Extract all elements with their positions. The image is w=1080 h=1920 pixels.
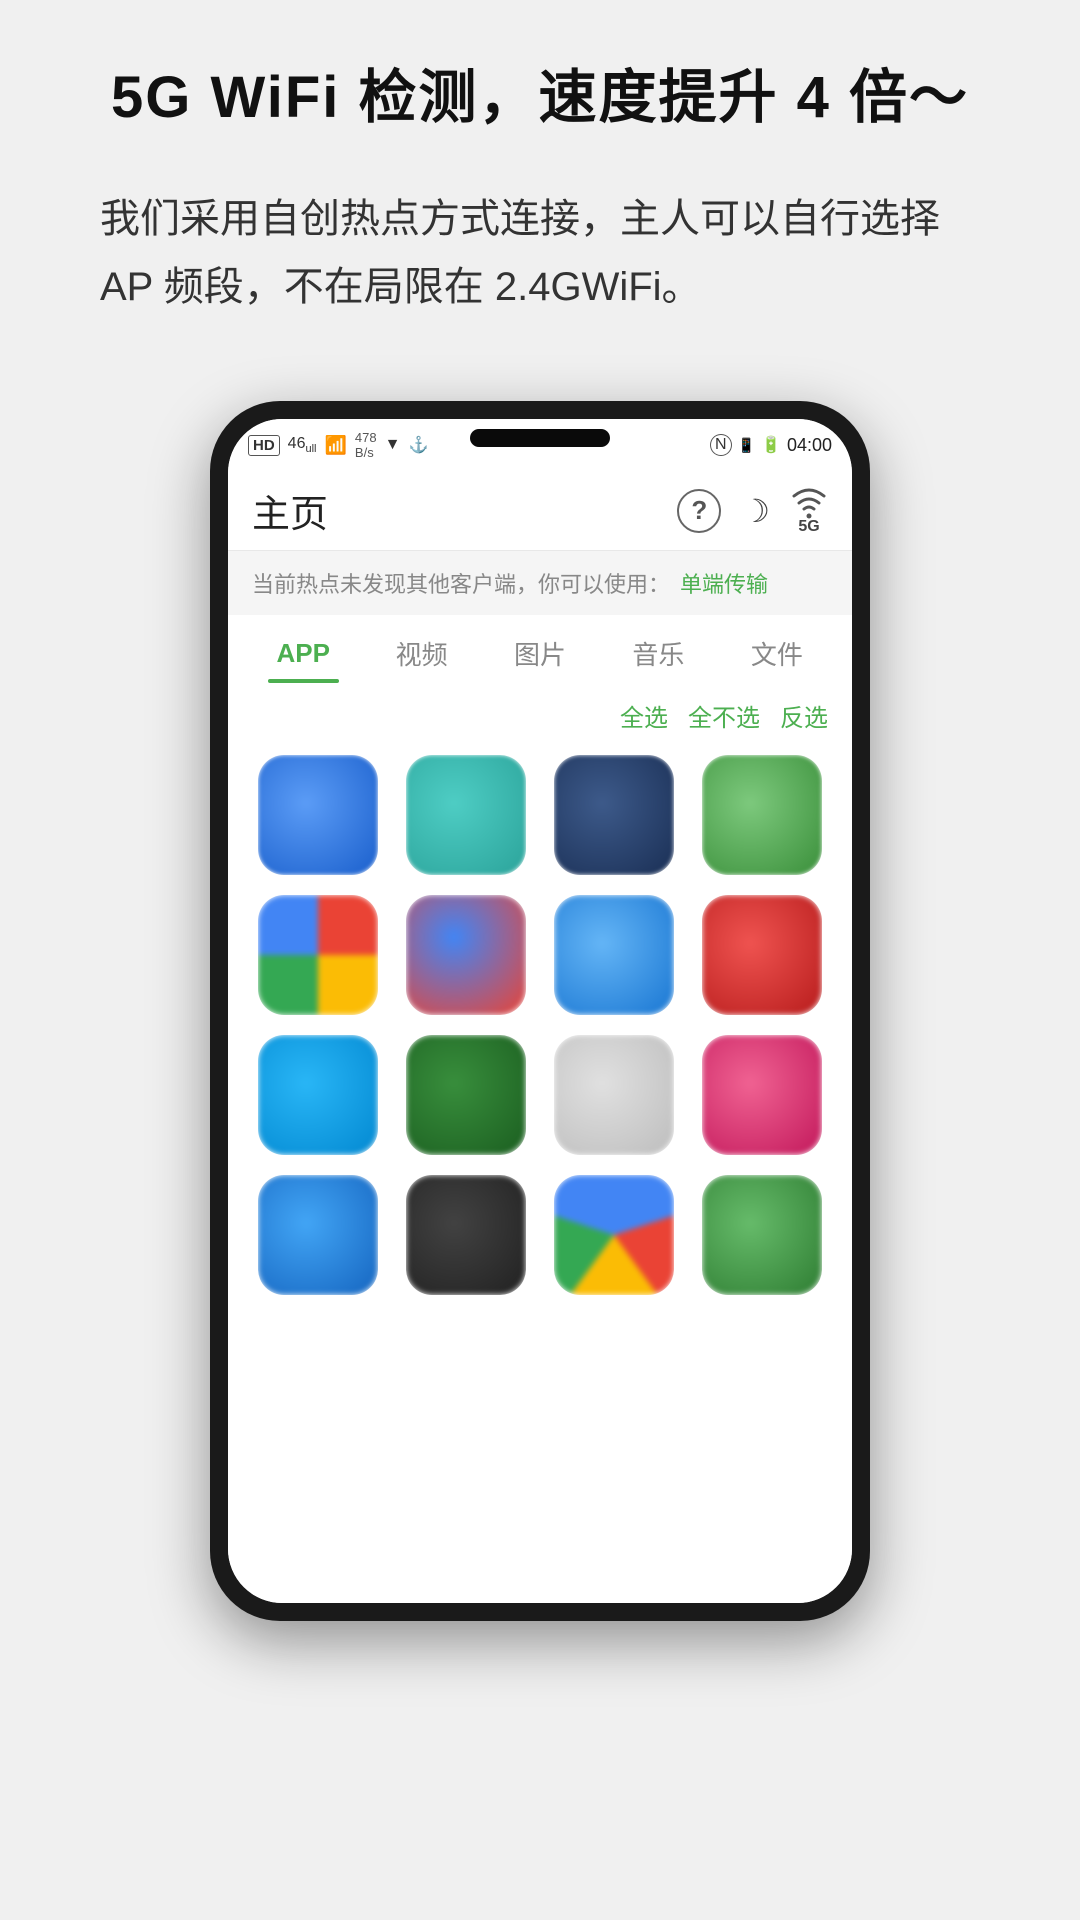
list-item[interactable]	[702, 1035, 822, 1155]
list-item[interactable]	[406, 1175, 526, 1295]
list-item[interactable]	[258, 755, 378, 875]
notice-bar: 当前热点未发现其他客户端，你可以使用： 单端传输	[228, 551, 852, 615]
notice-link[interactable]: 单端传输	[680, 567, 768, 599]
phone-screen: HD 46ull 📶 478B/s ▼ ⚓ N 📱 🔋 04:00 主页	[228, 419, 852, 1603]
wifi-icon: 📶	[324, 435, 346, 456]
speed-indicator: 478B/s	[355, 430, 377, 460]
list-item[interactable]	[258, 895, 378, 1015]
nfc-icon: N	[710, 434, 732, 456]
app-row-2	[244, 895, 836, 1015]
sub-description: 我们采用自创热点方式连接，主人可以自行选择 AP 频段，不在局限在 2.4GWi…	[80, 185, 1000, 321]
hd-badge: HD	[248, 435, 280, 456]
tab-app[interactable]: APP	[244, 618, 362, 683]
app-home-title: 主页	[252, 483, 328, 538]
wifi-5g-icon[interactable]: 5G	[790, 486, 828, 536]
list-item[interactable]	[554, 895, 674, 1015]
signal-strength: 46ull	[288, 435, 317, 455]
list-item[interactable]	[554, 1035, 674, 1155]
help-icon[interactable]: ?	[677, 489, 721, 533]
phone-mockup: HD 46ull 📶 478B/s ▼ ⚓ N 📱 🔋 04:00 主页	[210, 401, 870, 1621]
list-item[interactable]	[554, 1175, 674, 1295]
app-topbar: 主页 ? ☽ 5G	[228, 471, 852, 551]
list-item[interactable]	[406, 895, 526, 1015]
tab-video[interactable]: 视频	[362, 615, 480, 686]
topbar-icons: ? ☽ 5G	[677, 486, 828, 536]
list-item[interactable]	[258, 1175, 378, 1295]
invert-select-btn[interactable]: 反选	[780, 698, 828, 733]
list-item[interactable]	[406, 1035, 526, 1155]
usb-icon: ⚓	[408, 435, 428, 455]
main-title: 5G WiFi 检测，速度提升 4 倍～	[80, 60, 1000, 135]
app-row-3	[244, 1035, 836, 1155]
list-item[interactable]	[702, 1175, 822, 1295]
phone-signal-icon: 📱	[738, 437, 755, 454]
nav-icon: ▼	[385, 436, 401, 454]
status-left: HD 46ull 📶 478B/s ▼ ⚓	[248, 430, 428, 460]
time-display: 04:00	[787, 435, 832, 456]
list-item[interactable]	[258, 1035, 378, 1155]
notice-text: 当前热点未发现其他客户端，你可以使用：	[252, 567, 670, 599]
tab-file[interactable]: 文件	[718, 615, 836, 686]
list-item[interactable]	[702, 755, 822, 875]
list-item[interactable]	[702, 895, 822, 1015]
moon-icon[interactable]: ☽	[741, 492, 770, 530]
select-all-btn[interactable]: 全选	[620, 698, 668, 733]
tab-bar: APP 视频 图片 音乐 文件	[228, 615, 852, 686]
app-row-1	[244, 755, 836, 875]
phone-shell: HD 46ull 📶 478B/s ▼ ⚓ N 📱 🔋 04:00 主页	[210, 401, 870, 1621]
select-bar: 全选 全不选 反选	[228, 686, 852, 745]
status-right: N 📱 🔋 04:00	[710, 434, 832, 456]
tab-music[interactable]: 音乐	[599, 615, 717, 686]
list-item[interactable]	[406, 755, 526, 875]
list-item[interactable]	[554, 755, 674, 875]
tab-photo[interactable]: 图片	[481, 615, 599, 686]
phone-speaker	[470, 429, 610, 447]
battery-icon: 🔋	[761, 435, 781, 455]
app-row-4	[244, 1175, 836, 1295]
deselect-all-btn[interactable]: 全不选	[688, 698, 760, 733]
app-grid	[228, 745, 852, 1603]
header-section: 5G WiFi 检测，速度提升 4 倍～ 我们采用自创热点方式连接，主人可以自行…	[0, 0, 1080, 351]
